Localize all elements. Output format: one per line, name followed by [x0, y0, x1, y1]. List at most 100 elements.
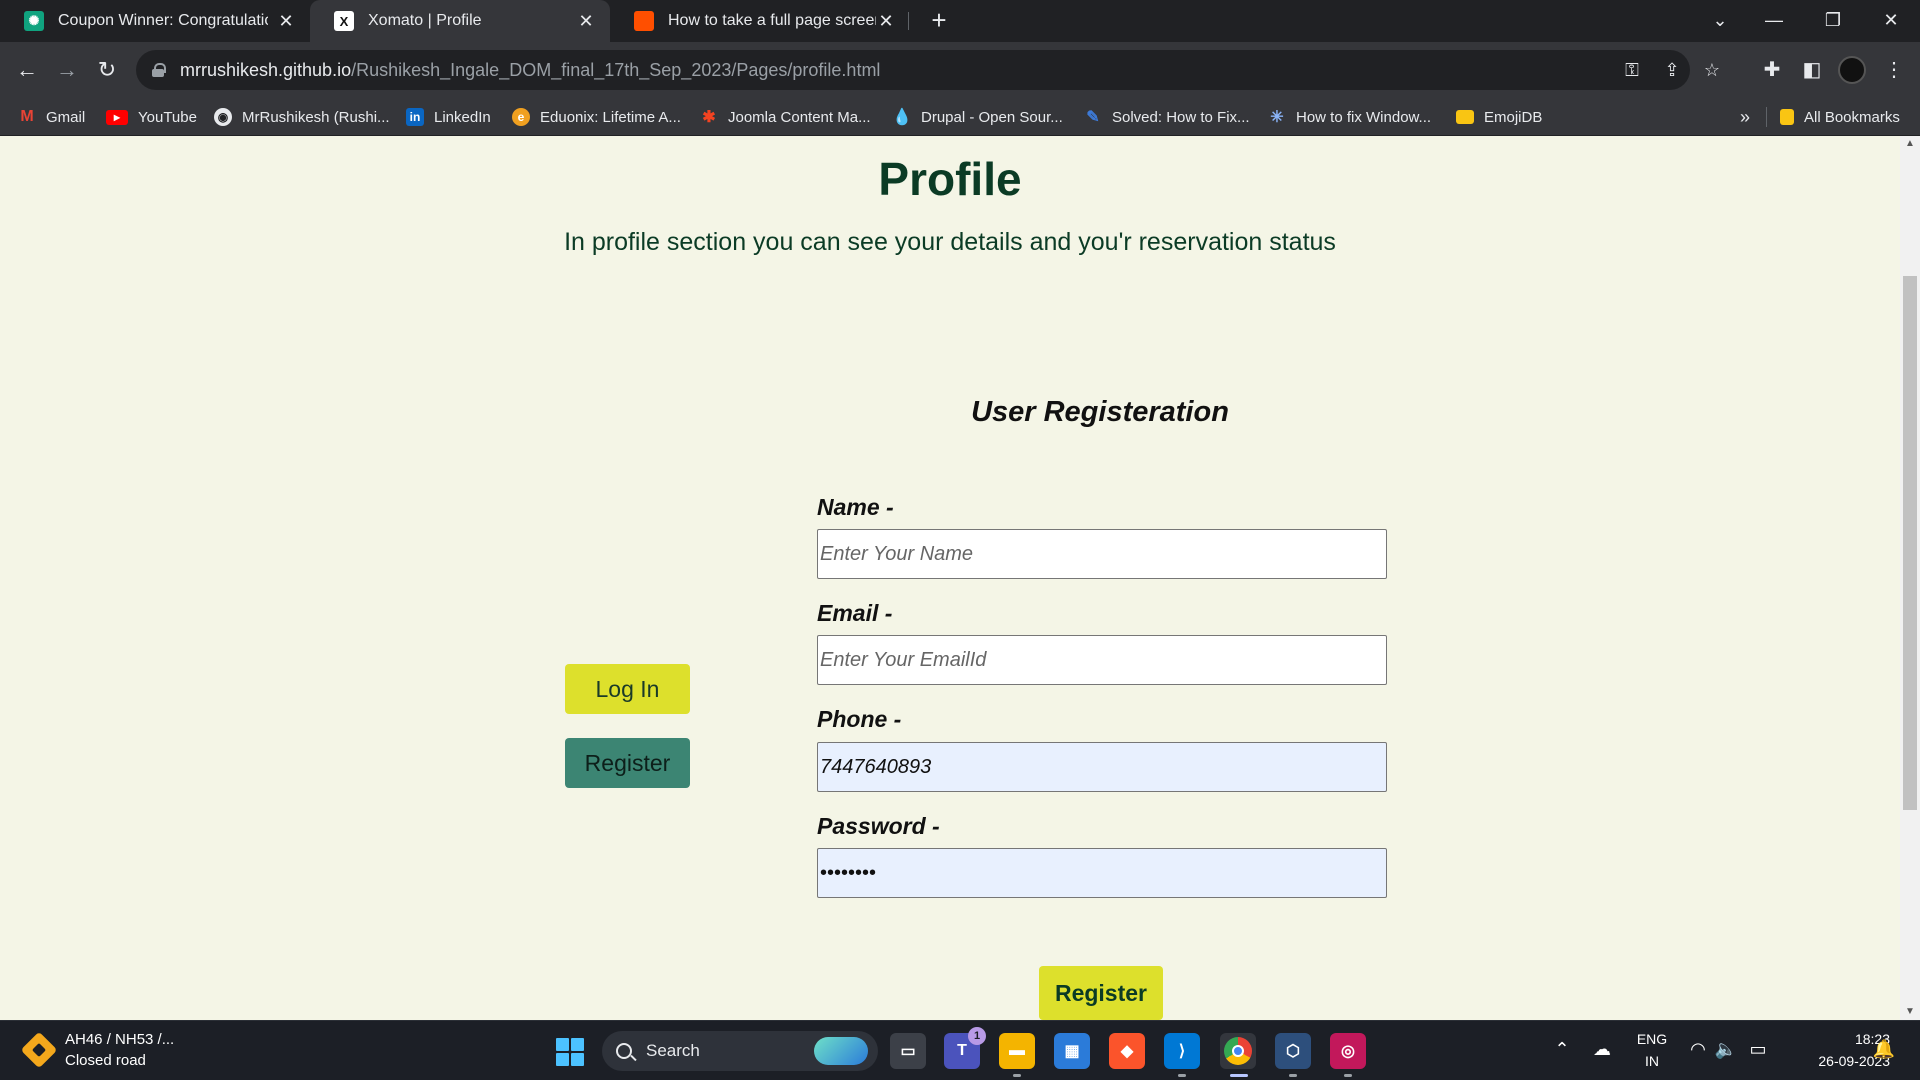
running-indicator	[1013, 1074, 1021, 1077]
minimize-button[interactable]: —	[1754, 6, 1794, 34]
bookmark-label: EmojiDB	[1484, 108, 1543, 126]
bookmark-label: Joomla Content Ma...	[728, 108, 871, 126]
bookmark-label: Gmail	[46, 108, 86, 126]
phone-label: Phone -	[817, 706, 902, 732]
onedrive-icon[interactable]: ☁	[1590, 1039, 1614, 1060]
name-input[interactable]	[817, 529, 1387, 579]
tab-full-page-screenshot[interactable]: How to take a full page screensh ✕	[610, 0, 910, 42]
tab-strip: ✺ Coupon Winner: Congratulations ✕ X Xom…	[0, 0, 1920, 42]
page-viewport: Profile In profile section you can see y…	[0, 136, 1920, 1020]
virtualbox-icon[interactable]: ⬡	[1275, 1033, 1311, 1069]
page-subtitle: In profile section you can see your deta…	[564, 228, 1336, 256]
traffic-widget-line2[interactable]: Closed road	[65, 1052, 146, 1069]
bookmark-how-to-fix-windows[interactable]: ✳ How to fix Window...	[1268, 98, 1431, 136]
reload-button[interactable]: ↻	[91, 54, 123, 86]
lock-icon[interactable]	[152, 63, 166, 77]
key-icon[interactable]: ⚿	[1620, 58, 1644, 82]
tab-coupon-winner[interactable]: ✺ Coupon Winner: Congratulations ✕	[0, 0, 310, 42]
registration-title: User Registeration	[971, 396, 1229, 428]
traffic-widget-line1[interactable]: AH46 / NH53 /...	[65, 1031, 174, 1048]
menu-icon[interactable]: ⋮	[1878, 54, 1910, 86]
url-path: /Rushikesh_Ingale_DOM_final_17th_Sep_202…	[351, 59, 881, 80]
password-label: Password -	[817, 813, 940, 839]
bookmark-github[interactable]: ◉ MrRushikesh (Rushi...	[214, 98, 390, 136]
bookmark-emojidb[interactable]: EmojiDB	[1456, 98, 1542, 136]
address-bar[interactable]: mrrushikesh.github.io/Rushikesh_Ingale_D…	[136, 50, 1720, 90]
openai-icon: ✺	[24, 11, 44, 31]
register-submit-button[interactable]: Register	[1039, 966, 1163, 1020]
profile-avatar[interactable]	[1838, 56, 1866, 84]
running-indicator	[1178, 1074, 1186, 1077]
tab-search-icon[interactable]: ⌄	[1700, 6, 1740, 34]
scroll-down-arrow-icon[interactable]: ▼	[1900, 1004, 1920, 1020]
bookmark-solved[interactable]: ✎ Solved: How to Fix...	[1084, 98, 1249, 136]
new-tab-button[interactable]: +	[924, 6, 954, 36]
extensions-icon[interactable]: ✚	[1756, 54, 1788, 86]
windows-taskbar: AH46 / NH53 /... Closed road Search ▭ T …	[0, 1020, 1920, 1080]
wifi-icon[interactable]: ◠	[1686, 1039, 1710, 1060]
browser-toolbar: ← → ↻ mrrushikesh.github.io/Rushikesh_In…	[0, 42, 1920, 98]
brave-icon[interactable]: ◆	[1109, 1033, 1145, 1069]
taskbar-search[interactable]: Search	[602, 1031, 878, 1071]
back-button[interactable]: ←	[11, 54, 43, 86]
file-explorer-icon[interactable]: ▬	[999, 1033, 1035, 1069]
bookmark-label: YouTube	[138, 108, 197, 126]
close-tab-icon[interactable]: ✕	[576, 11, 596, 32]
start-button[interactable]	[556, 1038, 584, 1066]
vscode-icon[interactable]: ⟩	[1164, 1033, 1200, 1069]
task-view-icon[interactable]: ▭	[890, 1033, 926, 1069]
youtube-icon: ▶	[106, 109, 128, 125]
bookmark-label: How to fix Window...	[1296, 108, 1432, 126]
tab-separator	[908, 12, 909, 30]
tab-title: Coupon Winner: Congratulations	[58, 12, 268, 29]
scroll-up-arrow-icon[interactable]: ▲	[1900, 136, 1920, 152]
github-icon: ◉	[214, 108, 232, 126]
all-bookmarks-label: All Bookmarks	[1804, 108, 1900, 126]
chrome-logo	[1224, 1037, 1252, 1065]
drupal-icon: 💧	[892, 109, 912, 126]
bookmarks-separator	[1766, 107, 1767, 127]
bookmark-joomla[interactable]: ✱ Joomla Content Ma...	[700, 98, 871, 136]
chrome-logo-center	[1232, 1045, 1244, 1057]
phone-input[interactable]	[817, 742, 1387, 792]
forward-button[interactable]: →	[51, 54, 83, 86]
search-highlight-icon	[814, 1037, 868, 1065]
bookmarks-bar: M Gmail ▶ YouTube ◉ MrRushikesh (Rushi..…	[0, 98, 1920, 136]
close-tab-icon[interactable]: ✕	[876, 11, 896, 32]
microsoft-store-icon[interactable]: ▦	[1054, 1033, 1090, 1069]
battery-icon[interactable]: ▭	[1746, 1039, 1770, 1060]
traffic-widget-icon[interactable]	[20, 1031, 58, 1069]
close-window-button[interactable]: ✕	[1871, 6, 1911, 34]
restore-button[interactable]: ❐	[1813, 6, 1853, 34]
register-side-button[interactable]: Register	[565, 738, 690, 788]
star-icon[interactable]: ☆	[1700, 58, 1724, 82]
email-input[interactable]	[817, 635, 1387, 685]
tab-xomato-profile[interactable]: X Xomato | Profile ✕	[310, 0, 610, 42]
login-button[interactable]: Log In	[565, 664, 690, 714]
bookmark-gmail[interactable]: M Gmail	[18, 98, 85, 136]
volume-icon[interactable]: 🔈	[1714, 1039, 1738, 1060]
bookmarks-overflow-button[interactable]: »	[1740, 98, 1750, 136]
language-line2[interactable]: IN	[1630, 1053, 1674, 1069]
search-icon	[616, 1043, 632, 1059]
bookmark-drupal[interactable]: 💧 Drupal - Open Sour...	[892, 98, 1063, 136]
language-line1[interactable]: ENG	[1630, 1031, 1674, 1047]
url-host: mrrushikesh.github.io	[180, 59, 352, 80]
chrome-icon[interactable]	[1220, 1033, 1256, 1069]
bookmark-linkedin[interactable]: in LinkedIn	[406, 98, 491, 136]
bookmark-youtube[interactable]: ▶ YouTube	[106, 98, 197, 136]
password-input[interactable]	[817, 848, 1387, 898]
bookmark-eduonix[interactable]: e Eduonix: Lifetime A...	[512, 98, 681, 136]
all-bookmarks-button[interactable]: All Bookmarks	[1780, 98, 1900, 136]
side-panel-icon[interactable]: ◧	[1796, 54, 1828, 86]
start-tile	[571, 1038, 584, 1051]
running-indicator	[1289, 1074, 1297, 1077]
teams-icon[interactable]: T 1	[944, 1027, 986, 1069]
notification-bell-icon[interactable]: 🔔	[1872, 1039, 1896, 1060]
share-icon[interactable]: ⇪	[1660, 58, 1684, 82]
scrollbar-thumb[interactable]	[1903, 276, 1917, 810]
screenshot-app-icon[interactable]: ◎	[1330, 1033, 1366, 1069]
show-hidden-icons-icon[interactable]: ⌃	[1550, 1039, 1574, 1060]
close-tab-icon[interactable]: ✕	[276, 11, 296, 32]
teams-badge: 1	[968, 1027, 986, 1045]
